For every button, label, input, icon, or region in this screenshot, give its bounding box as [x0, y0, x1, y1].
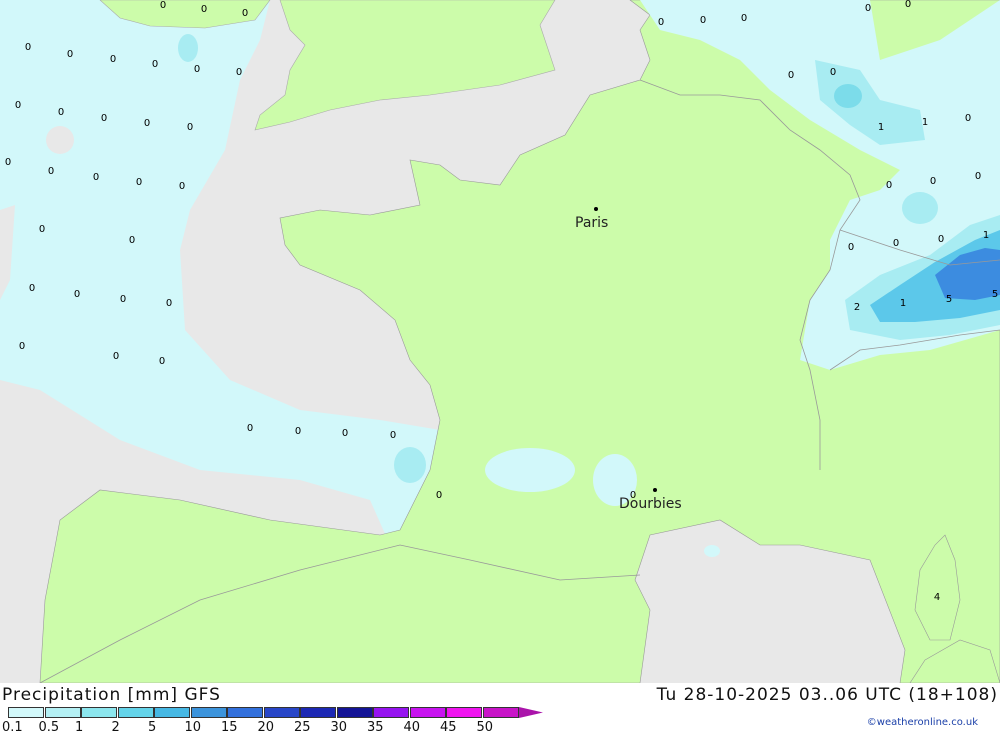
- legend-arrow: [519, 707, 543, 718]
- precip-value-label: 0: [39, 224, 45, 235]
- legend-swatch: [263, 707, 300, 718]
- precip-value-label: 0: [436, 490, 442, 501]
- legend-swatch: [482, 707, 519, 718]
- precip-value-label: 0: [965, 113, 971, 124]
- precip-value-label: 0: [67, 49, 73, 60]
- precip-value-label: 0: [179, 181, 185, 192]
- precipitation-map: Paris Dourbies 0 0 0 0 0 0 0 0 0 0 0 0 0 0 0 0 0 0 0 0 0 0 0 0 0…: [0, 0, 1000, 683]
- precip-value-label: 0: [938, 234, 944, 245]
- legend-swatch: [190, 707, 227, 718]
- precip-value-label: 0: [201, 4, 207, 15]
- east-precip-mid-2: [902, 192, 938, 224]
- precip-value-label: 0: [93, 172, 99, 183]
- legend-swatch: [81, 707, 117, 718]
- precip-value-label: 1: [983, 230, 989, 241]
- precip-value-label: 0: [295, 426, 301, 437]
- precip-value-label: 0: [830, 67, 836, 78]
- credit-link[interactable]: ©weatheronline.co.uk: [867, 717, 978, 728]
- precip-value-label: 0: [886, 180, 892, 191]
- precip-value-label: 1: [922, 117, 928, 128]
- precip-value-label: 0: [930, 176, 936, 187]
- med-precip-patch: [704, 545, 720, 557]
- city-dot-paris: [594, 207, 598, 211]
- legend-swatch: [154, 707, 190, 718]
- atlantic-precip-mid: [178, 34, 198, 62]
- precip-value-label: 0: [741, 13, 747, 24]
- legend-swatch: [8, 707, 44, 718]
- france-precip-patch: [485, 448, 575, 492]
- precip-value-label: 5: [992, 289, 998, 300]
- atlantic-precip-spot: [46, 126, 74, 154]
- precip-value-label: 0: [159, 356, 165, 367]
- map-validity: Tu 28-10-2025 03..06 UTC (18+108): [656, 685, 998, 705]
- precip-value-label: 0: [110, 54, 116, 65]
- precip-value-label: 0: [247, 423, 253, 434]
- precip-value-label: 0: [848, 242, 854, 253]
- precip-value-label: 0: [15, 100, 21, 111]
- city-dot-dourbies: [653, 488, 657, 492]
- legend-swatch: [336, 707, 373, 718]
- legend-swatch: [300, 707, 336, 718]
- city-label-paris: Paris: [575, 215, 608, 231]
- precip-value-label: 0: [25, 42, 31, 53]
- precip-value-label: 0: [242, 8, 248, 19]
- precip-value-label: 0: [101, 113, 107, 124]
- precip-value-label: 0: [29, 283, 35, 294]
- map-title: Precipitation [mm] GFS: [2, 685, 221, 705]
- precip-value-label: 0: [74, 289, 80, 300]
- legend-swatch: [373, 707, 409, 718]
- legend-swatch: [227, 707, 263, 718]
- precip-value-label: 0: [48, 166, 54, 177]
- precip-value-label: 0: [700, 15, 706, 26]
- precip-value-label: 0: [120, 294, 126, 305]
- precip-value-label: 0: [136, 177, 142, 188]
- precip-value-label: 0: [905, 0, 911, 10]
- precip-value-label: 0: [788, 70, 794, 81]
- precip-value-label: 0: [187, 122, 193, 133]
- precip-value-label: 4: [934, 592, 940, 603]
- precip-value-label: 0: [166, 298, 172, 309]
- precip-value-label: 0: [144, 118, 150, 129]
- precip-value-label: 0: [129, 235, 135, 246]
- footer: Precipitation [mm] GFS Tu 28-10-2025 03.…: [0, 683, 1000, 735]
- precip-value-label: 0: [390, 430, 396, 441]
- legend-swatch: [409, 707, 446, 718]
- precip-value-label: 0: [342, 428, 348, 439]
- legend-swatch: [44, 707, 81, 718]
- precip-value-label: 0: [152, 59, 158, 70]
- precip-value-label: 5: [946, 294, 952, 305]
- east-precip-core: [834, 84, 862, 108]
- city-label-dourbies: Dourbies: [619, 496, 682, 512]
- precip-value-label: 0: [19, 341, 25, 352]
- precip-value-label: 0: [113, 351, 119, 362]
- precip-value-label: 0: [160, 0, 166, 11]
- precip-value-label: 0: [236, 67, 242, 78]
- precip-value-label: 1: [900, 298, 906, 309]
- precip-value-label: 0: [975, 171, 981, 182]
- biscay-precip-mid: [394, 447, 426, 483]
- precip-value-label: 0: [865, 3, 871, 14]
- precip-value-label: 1: [878, 122, 884, 133]
- precip-value-label: 0: [658, 17, 664, 28]
- precip-value-label: 0: [194, 64, 200, 75]
- legend-swatch: [446, 707, 482, 718]
- precip-value-label: 0: [5, 157, 11, 168]
- precip-value-label: 2: [854, 302, 860, 313]
- legend-swatch: [117, 707, 154, 718]
- precip-value-label: 0: [58, 107, 64, 118]
- precip-value-label: 0: [630, 490, 636, 501]
- precip-value-label: 0: [893, 238, 899, 249]
